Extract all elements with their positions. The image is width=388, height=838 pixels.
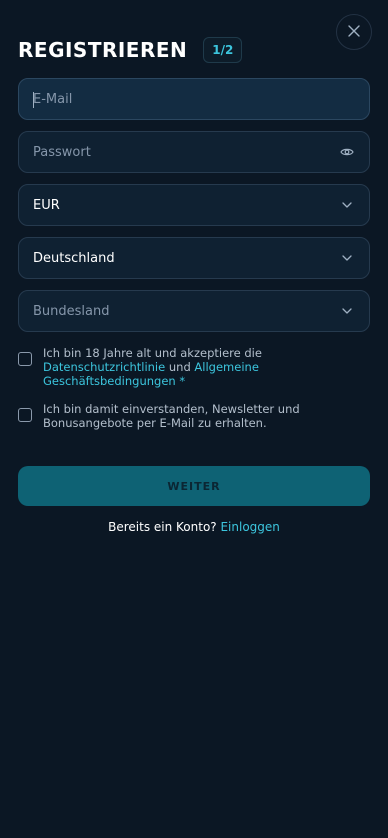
required-mark: * — [175, 374, 186, 388]
currency-value: EUR — [33, 197, 60, 213]
chevron-down-icon — [339, 250, 355, 266]
chevron-down-icon — [339, 303, 355, 319]
text-caret — [33, 92, 34, 108]
state-select[interactable]: Bundesland — [18, 290, 370, 332]
state-placeholder: Bundesland — [33, 303, 110, 319]
newsletter-text: Ich bin damit einverstanden, Newsletter … — [43, 402, 300, 430]
login-link[interactable]: Einloggen — [220, 520, 279, 534]
email-input[interactable] — [33, 79, 355, 119]
close-button[interactable] — [336, 14, 372, 50]
password-input[interactable] — [33, 132, 340, 172]
currency-select[interactable]: EUR — [18, 184, 370, 226]
terms-text: Ich bin 18 Jahre alt und akzeptiere die … — [43, 346, 370, 388]
password-field[interactable] — [18, 131, 370, 173]
chevron-down-icon — [339, 197, 355, 213]
newsletter-checkbox[interactable] — [18, 408, 32, 422]
step-indicator: 1/2 — [203, 37, 243, 63]
country-value: Deutschland — [33, 250, 115, 266]
privacy-policy-link[interactable]: Datenschutzrichtlinie — [43, 360, 165, 374]
registration-page: REGISTRIEREN 1/2 EUR Deutschland Bundesl… — [0, 0, 388, 838]
country-select[interactable]: Deutschland — [18, 237, 370, 279]
eye-icon[interactable] — [340, 144, 355, 160]
page-title: REGISTRIEREN — [18, 38, 188, 62]
login-prompt-text: Bereits ein Konto? — [108, 520, 221, 534]
terms-prefix: Ich bin 18 Jahre alt und akzeptiere die — [43, 346, 262, 360]
header: REGISTRIEREN 1/2 — [18, 0, 370, 63]
terms-consent-row: Ich bin 18 Jahre alt und akzeptiere die … — [18, 346, 370, 388]
newsletter-consent-row: Ich bin damit einverstanden, Newsletter … — [18, 402, 370, 430]
continue-button[interactable]: WEITER — [18, 466, 370, 506]
email-field[interactable] — [18, 78, 370, 120]
close-icon — [347, 23, 361, 42]
terms-middle: und — [165, 360, 195, 374]
terms-checkbox[interactable] — [18, 352, 32, 366]
login-prompt: Bereits ein Konto? Einloggen — [18, 520, 370, 534]
